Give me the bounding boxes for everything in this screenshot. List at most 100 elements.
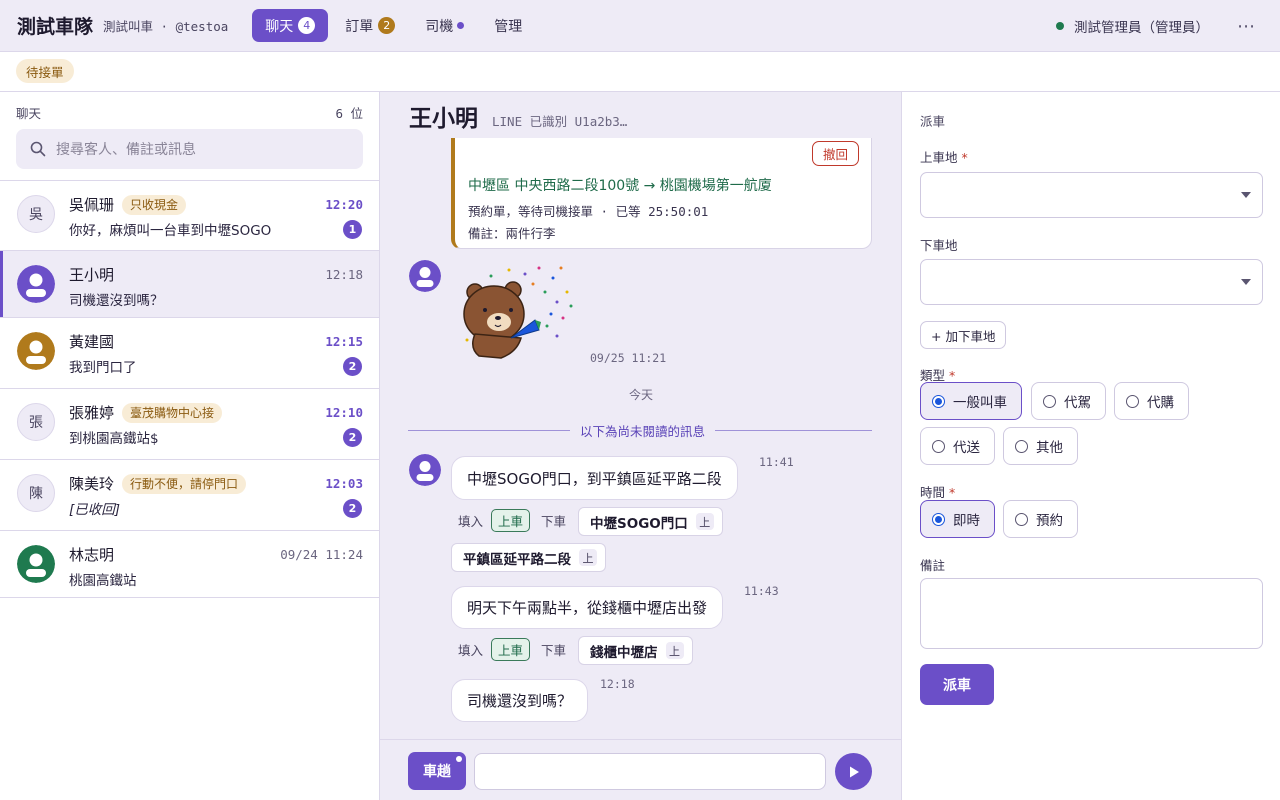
avatar: 吳 <box>17 195 55 233</box>
tab-chat-badge: 4 <box>298 17 316 34</box>
unread-count-badge: 2 <box>343 357 362 376</box>
order-status: 預約單，等待司機接單 · 已等 25:50:01 <box>468 204 709 219</box>
tab-chat-label: 聊天 <box>265 18 294 35</box>
required-mark: * <box>949 368 956 383</box>
conversation-name: 陳美玲 行動不便，請停門口 <box>69 473 247 494</box>
tab-chat[interactable]: 聊天 4 <box>252 9 329 42</box>
pickup-mark: 上 <box>695 513 714 530</box>
message-time: 11:41 <box>759 455 794 469</box>
fill-dropoff-toggle[interactable]: 下車 <box>541 640 566 659</box>
conversation-time: 12:15 <box>325 334 363 349</box>
user-avatar-icon <box>17 545 55 583</box>
chat-panel: 王小明 LINE 已識別 U1a2b3… 撤回 中壢區 中央西路二段100號 →… <box>380 92 901 800</box>
tab-admin-label: 管理 <box>494 18 523 35</box>
conversation-time: 12:18 <box>325 267 363 282</box>
conversation-last-message: 到桃園高鐵站$ <box>69 431 159 447</box>
fill-pickup-toggle[interactable]: 上車 <box>491 509 531 532</box>
conversation-name-text: 吳佩珊 <box>69 196 115 214</box>
admin-name[interactable]: 測試管理員（管理員） <box>1074 16 1209 36</box>
time-option-label: 預約 <box>1036 513 1063 529</box>
dropoff-label-text: 下車地 <box>920 238 958 253</box>
conversation-last-message: 你好，麻煩叫一台車到中壢SOGO <box>69 223 272 239</box>
chat-title: 王小明 <box>409 105 478 132</box>
fill-label: 填入 <box>458 643 484 658</box>
fill-dropoff-toggle[interactable]: 下車 <box>541 511 566 530</box>
brand-title: 測試車隊 <box>17 16 94 38</box>
tab-orders[interactable]: 訂單 2 <box>332 9 408 42</box>
trip-button[interactable]: 車趟 <box>408 752 466 790</box>
radio-icon <box>932 394 945 408</box>
type-option-label: 其他 <box>1036 440 1063 456</box>
time-option-reserve[interactable]: 預約 <box>1003 500 1078 538</box>
conversation-last-message: [已收回] <box>69 502 121 518</box>
radio-icon <box>932 512 945 526</box>
conversation-item[interactable]: 吳 吳佩珊 只收現金 你好，麻煩叫一台車到中壢SOGO 12:20 1 <box>0 181 379 251</box>
message-time: 11:43 <box>744 584 779 598</box>
sidebar-header: 聊天 6 位 <box>16 103 363 122</box>
conversation-name: 林志明 <box>69 544 114 565</box>
dropoff-label: 下車地 <box>920 235 958 254</box>
type-option-driver[interactable]: 代駕 <box>1031 382 1106 420</box>
order-card: 撤回 中壢區 中央西路二段100號 → 桃園機場第一航廈 預約單，等待司機接單 … <box>451 122 872 249</box>
place-suggestion-chip[interactable]: 平鎮區延平路二段 上 <box>451 543 606 572</box>
time-option-now[interactable]: 即時 <box>920 500 995 538</box>
place-name: 錢櫃中壢店 <box>590 644 658 661</box>
type-option-delivery[interactable]: 代送 <box>920 427 995 465</box>
pickup-select[interactable] <box>920 172 1263 218</box>
pending-orders-chip[interactable]: 待接單 <box>16 59 74 83</box>
conversation-name: 王小明 <box>69 264 114 285</box>
fill-pickup-toggle[interactable]: 上車 <box>491 638 531 661</box>
chat-subtitle: LINE 已識別 U1a2b3… <box>492 114 628 129</box>
conversation-count: 6 位 <box>335 106 363 121</box>
user-avatar-icon <box>17 332 55 370</box>
unread-count-badge: 1 <box>343 220 362 239</box>
note-textarea[interactable] <box>920 578 1263 649</box>
place-name: 中壢SOGO門口 <box>590 515 688 532</box>
conversation-item[interactable]: 黃建國 我到門口了 12:15 2 <box>0 318 379 389</box>
note-label-text: 備註 <box>920 558 946 573</box>
conversation-name-text: 陳美玲 <box>69 475 115 493</box>
conversation-item[interactable]: 陳 陳美玲 行動不便，請停門口 [已收回] 12:03 2 <box>0 460 379 531</box>
top-bar: 測試車隊 測試叫車 · @testoa 聊天 4 訂單 2 司機 管理 測試管理… <box>0 0 1280 52</box>
place-suggestion-chip[interactable]: 中壢SOGO門口 上 <box>578 507 723 536</box>
brand-subtitle: 測試叫車 · @testoa <box>103 19 229 34</box>
more-menu-icon[interactable]: ⋯ <box>1237 16 1256 37</box>
pickup-mark: 上 <box>665 642 684 659</box>
unread-count-badge: 2 <box>343 428 362 447</box>
search-input[interactable]: 搜尋客人、備註或訊息 <box>16 129 363 169</box>
message-input[interactable] <box>474 753 826 790</box>
pickup-mark: 上 <box>579 549 597 566</box>
conversation-time: 12:03 <box>325 476 363 491</box>
dispatch-button[interactable]: 派車 <box>920 664 994 705</box>
conversation-item[interactable]: 張 張雅婷 臺茂購物中心接 到桃園高鐵站$ 12:10 2 <box>0 389 379 460</box>
conversation-name: 吳佩珊 只收現金 <box>69 194 187 215</box>
avatar <box>17 265 55 303</box>
conversation-name-text: 林志明 <box>69 546 115 564</box>
dropoff-select[interactable] <box>920 259 1263 305</box>
avatar: 陳 <box>17 474 55 512</box>
tab-drivers[interactable]: 司機 <box>412 9 477 42</box>
conversation-name-text: 王小明 <box>69 266 115 284</box>
required-mark: * <box>949 485 956 500</box>
note-label: 備註 <box>920 555 945 574</box>
send-button[interactable] <box>835 753 872 790</box>
type-option-shopping[interactable]: 代購 <box>1114 382 1189 420</box>
type-option-other[interactable]: 其他 <box>1003 427 1078 465</box>
user-avatar-icon <box>409 260 441 292</box>
place-fill-row: 填入 上車 下車 <box>458 638 566 661</box>
place-suggestion-chip[interactable]: 錢櫃中壢店 上 <box>578 636 693 665</box>
unread-count-badge: 2 <box>343 499 362 518</box>
type-option-general[interactable]: 一般叫車 <box>920 382 1022 420</box>
radio-icon <box>1015 439 1028 453</box>
conversation-item[interactable]: 林志明 桃園高鐵站 09/24 11:24 <box>0 531 379 598</box>
conversation-time: 12:20 <box>325 197 363 212</box>
tab-admin[interactable]: 管理 <box>481 9 535 42</box>
conversation-time: 09/24 11:24 <box>280 547 363 562</box>
time-label-text: 時間 <box>920 485 946 500</box>
order-note: 備註：兩件行李 <box>468 226 556 241</box>
conversation-item[interactable]: 王小明 司機還沒到嗎？ 12:18 <box>0 251 379 318</box>
order-route: 中壢區 中央西路二段100號 → 桃園機場第一航廈 <box>468 178 772 194</box>
add-dropoff-button[interactable]: + 加下車地 <box>920 321 1007 349</box>
recall-button[interactable]: 撤回 <box>811 141 859 166</box>
sub-bar: 待接單 <box>0 52 1280 92</box>
